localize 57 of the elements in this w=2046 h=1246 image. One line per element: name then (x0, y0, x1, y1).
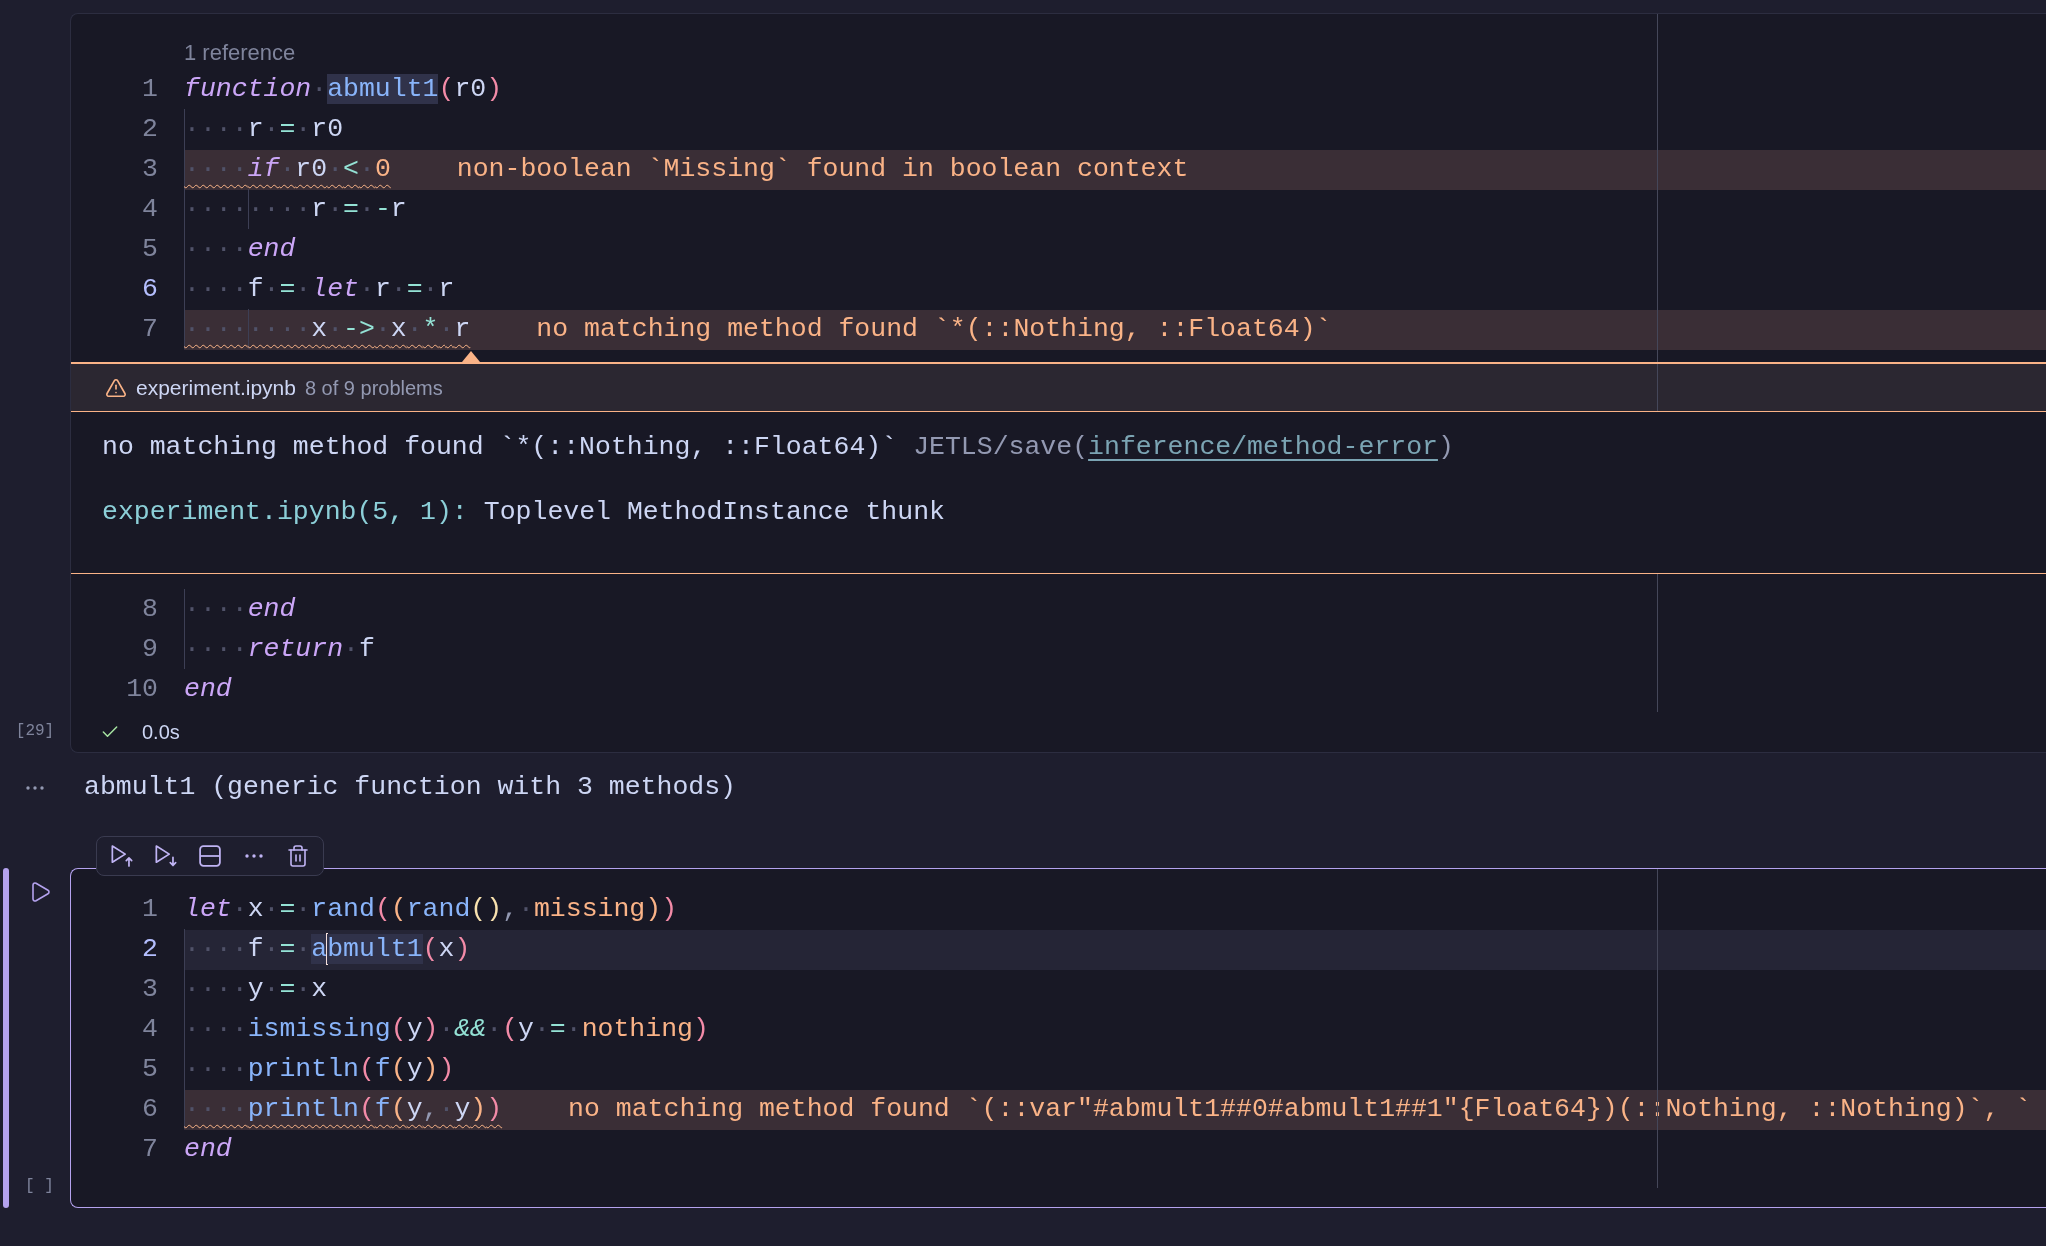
more-icon (245, 854, 263, 858)
frame-description: Toplevel MethodInstance thunk (483, 496, 945, 530)
code-line: ········x·->·x·*·r (184, 310, 471, 350)
execution-count: [ ] (25, 1176, 54, 1197)
code-line: ········r·=·-r (184, 190, 407, 230)
code-line: ····end (184, 590, 296, 630)
line-number: 6 (141, 1093, 158, 1127)
line-number: 10 (125, 673, 158, 707)
problem-file-name: experiment.ipynb (136, 374, 296, 401)
play-up-arrow-icon (111, 845, 133, 867)
code-line: ····ismissing(y)·&&·(y·=·nothing) (184, 1010, 709, 1050)
more-icon (26, 786, 44, 790)
output-text: abmult1 (generic function with 3 methods) (83, 771, 736, 805)
code-line: ····return·f (184, 630, 375, 670)
code-line: ····y·=·x (184, 970, 328, 1010)
code-line: end (184, 1133, 232, 1167)
line-number: 4 (141, 1013, 158, 1047)
line-number: 7 (141, 1133, 158, 1167)
line-number: 4 (141, 193, 158, 227)
line-number: 3 (141, 153, 158, 187)
line-number: 2 (141, 113, 158, 147)
problem-source: JETLS/save(inference/method-error) (913, 431, 1454, 465)
execution-count: [29] (15, 721, 55, 742)
line-number: 7 (141, 313, 158, 347)
inline-error-message: no matching method found `*(::Nothing, ::Float64)` (536, 313, 1332, 347)
problem-message: no matching method found `*(::Nothing, ::Float64)` (102, 431, 898, 465)
warning-icon (105, 376, 127, 399)
line-number: 3 (141, 973, 158, 1007)
code-line: ····println(f(y,·y)) (184, 1090, 503, 1130)
references-link[interactable]: 1 reference (184, 36, 296, 69)
rule-link[interactable]: inference/method-error (1088, 432, 1438, 463)
code-line: ····f·=·let·r·=·r (184, 270, 455, 310)
trash-icon (286, 844, 310, 868)
line-number: 5 (141, 233, 158, 267)
play-down-arrow-icon (155, 845, 177, 867)
code-line: ····f·=·abmult1(x) (184, 930, 471, 970)
line-number: 9 (141, 633, 158, 667)
line-number: 1 (141, 893, 158, 927)
line-number: 8 (141, 593, 158, 627)
frame-location: experiment.ipynb(5, 1): (102, 496, 468, 530)
line-number: 5 (141, 1053, 158, 1087)
split-square-icon (199, 845, 221, 867)
line-number: 1 (141, 73, 158, 107)
line-number: 6 (141, 273, 158, 307)
run-duration: 0.0s (142, 720, 180, 745)
code-line: end (184, 673, 232, 707)
code-line: function·abmult1(r0) (184, 73, 503, 107)
code-line: ····r·=·r0 (184, 110, 344, 150)
problem-count: 8 of 9 problems (304, 375, 443, 401)
inline-error-message: non-boolean `Missing` found in boolean context (456, 153, 1189, 187)
code-line: ····println(f(y)) (184, 1050, 455, 1090)
line-number: 2 (141, 933, 158, 967)
code-line: ····end (184, 230, 296, 270)
inline-error-message: no matching method found `(::var"#abmult1##0#abmult1##1"{Float64})(::Nothing, ::Nothing)`, ` (568, 1093, 2032, 1127)
code-line: let·x·=·rand((rand(),·missing)) (184, 893, 678, 927)
code-line: ····if·r0·<·0 (184, 150, 391, 190)
output-menu-button[interactable] (24, 784, 46, 792)
